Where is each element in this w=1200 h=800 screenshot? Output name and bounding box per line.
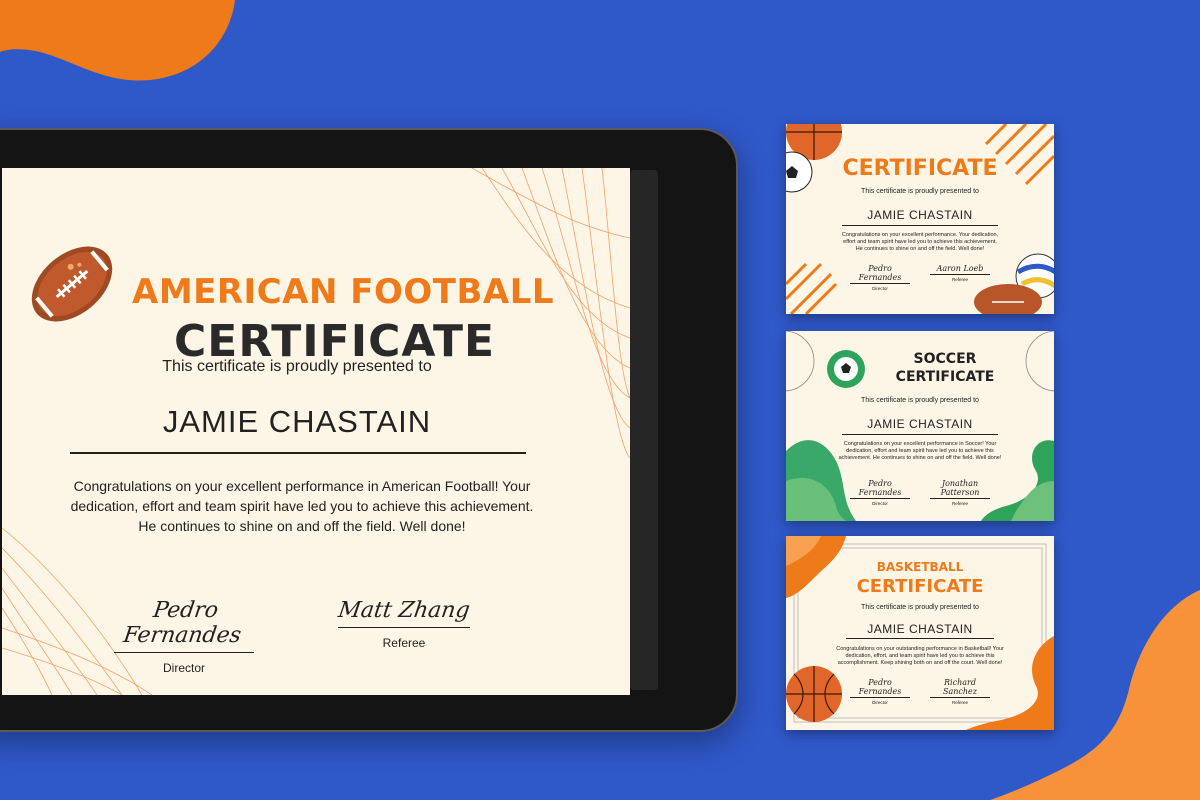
signature-role: Referee <box>951 700 968 705</box>
signature-script: Aaron Loeb <box>936 264 984 273</box>
tablet-device: AMERICAN FOOTBALL CERTIFICATE This certi… <box>0 128 738 732</box>
certificate-card-general: CERTIFICATE This certificate is proudly … <box>786 124 1054 314</box>
signature-role: Director <box>162 661 205 675</box>
card-presented-text: This certificate is proudly presented to <box>861 397 979 404</box>
card-signature-referee: Jonathan Patterson Referee <box>930 479 990 506</box>
name-underline <box>70 452 526 454</box>
card-body: Congratulations on your excellent perfor… <box>841 232 999 252</box>
recipient-name: JAMIE CHASTAIN <box>162 404 432 439</box>
card-presented-text: This certificate is proudly presented to <box>861 188 979 195</box>
card-body: Congratulations on your outstanding perf… <box>836 646 1004 666</box>
signature-script: Pedro Fernandes <box>858 479 902 497</box>
card-title-line1: BASKETBALL <box>876 560 964 574</box>
signature-line <box>114 652 254 653</box>
card-name-underline <box>842 225 998 226</box>
card-signature-referee: Richard Sanchez Referee <box>930 678 990 705</box>
certificate-title-line1: AMERICAN FOOTBALL <box>132 272 555 312</box>
certificate-body: Congratulations on your excellent perfor… <box>70 478 534 534</box>
card-signature-director: Pedro Fernandes Director <box>850 479 910 506</box>
american-football-icon <box>31 246 113 322</box>
card-title: CERTIFICATE <box>842 156 998 181</box>
card-signature-director: Pedro Fernandes Director <box>850 264 910 291</box>
signature-line <box>850 697 910 698</box>
signature-role: Director <box>872 286 888 291</box>
tablet-screen-edge <box>630 170 658 690</box>
signature-role: Referee <box>951 277 968 282</box>
signature-director: Pedro Fernandes Director <box>114 598 254 675</box>
presented-to-text: This certificate is proudly presented to <box>162 358 432 375</box>
signature-role: Referee <box>951 501 968 506</box>
certificate-card-basketball: BASKETBALL CERTIFICATE This certificate … <box>786 536 1054 730</box>
card-title-line2: CERTIFICATE <box>895 369 995 385</box>
mockup-stage: AMERICAN FOOTBALL CERTIFICATE This certi… <box>0 0 1200 800</box>
soccer-ball-icon <box>827 350 865 388</box>
signature-script: Matt Zhang <box>336 598 472 623</box>
signature-role: Director <box>872 700 888 705</box>
signature-line <box>338 627 470 628</box>
card-body: Congratulations on your excellent perfor… <box>838 441 1002 461</box>
signature-role: Referee <box>382 636 426 650</box>
main-certificate: AMERICAN FOOTBALL CERTIFICATE This certi… <box>2 168 630 695</box>
signature-script: Pedro Fernandes <box>858 678 902 696</box>
card-name-underline <box>846 638 994 639</box>
top-left-orange-blob <box>0 0 235 81</box>
signature-line <box>850 498 910 499</box>
signature-script: Richard Sanchez <box>943 678 977 696</box>
certificate-card-soccer: SOCCER CERTIFICATE This certificate is p… <box>786 331 1054 521</box>
signature-script: Pedro Fernandes <box>121 598 243 648</box>
card-title-line1: SOCCER <box>913 351 977 367</box>
signature-line <box>850 283 910 284</box>
card-recipient-name: JAMIE CHASTAIN <box>867 622 973 636</box>
card-signature-director: Pedro Fernandes Director <box>850 678 910 705</box>
signature-script: Pedro Fernandes <box>858 264 902 282</box>
signature-referee: Matt Zhang Referee <box>336 598 472 650</box>
card-recipient-name: JAMIE CHASTAIN <box>867 417 973 431</box>
signature-role: Director <box>872 501 888 506</box>
card-presented-text: This certificate is proudly presented to <box>861 604 979 611</box>
signature-line <box>930 498 990 499</box>
card-recipient-name: JAMIE CHASTAIN <box>867 208 973 222</box>
card-name-underline <box>842 434 998 435</box>
card-signature-referee: Aaron Loeb Referee <box>930 264 990 282</box>
card-title-line2: CERTIFICATE <box>856 576 984 597</box>
signature-script: Jonathan Patterson <box>940 479 980 497</box>
signature-line <box>930 697 990 698</box>
signature-line <box>930 274 990 275</box>
